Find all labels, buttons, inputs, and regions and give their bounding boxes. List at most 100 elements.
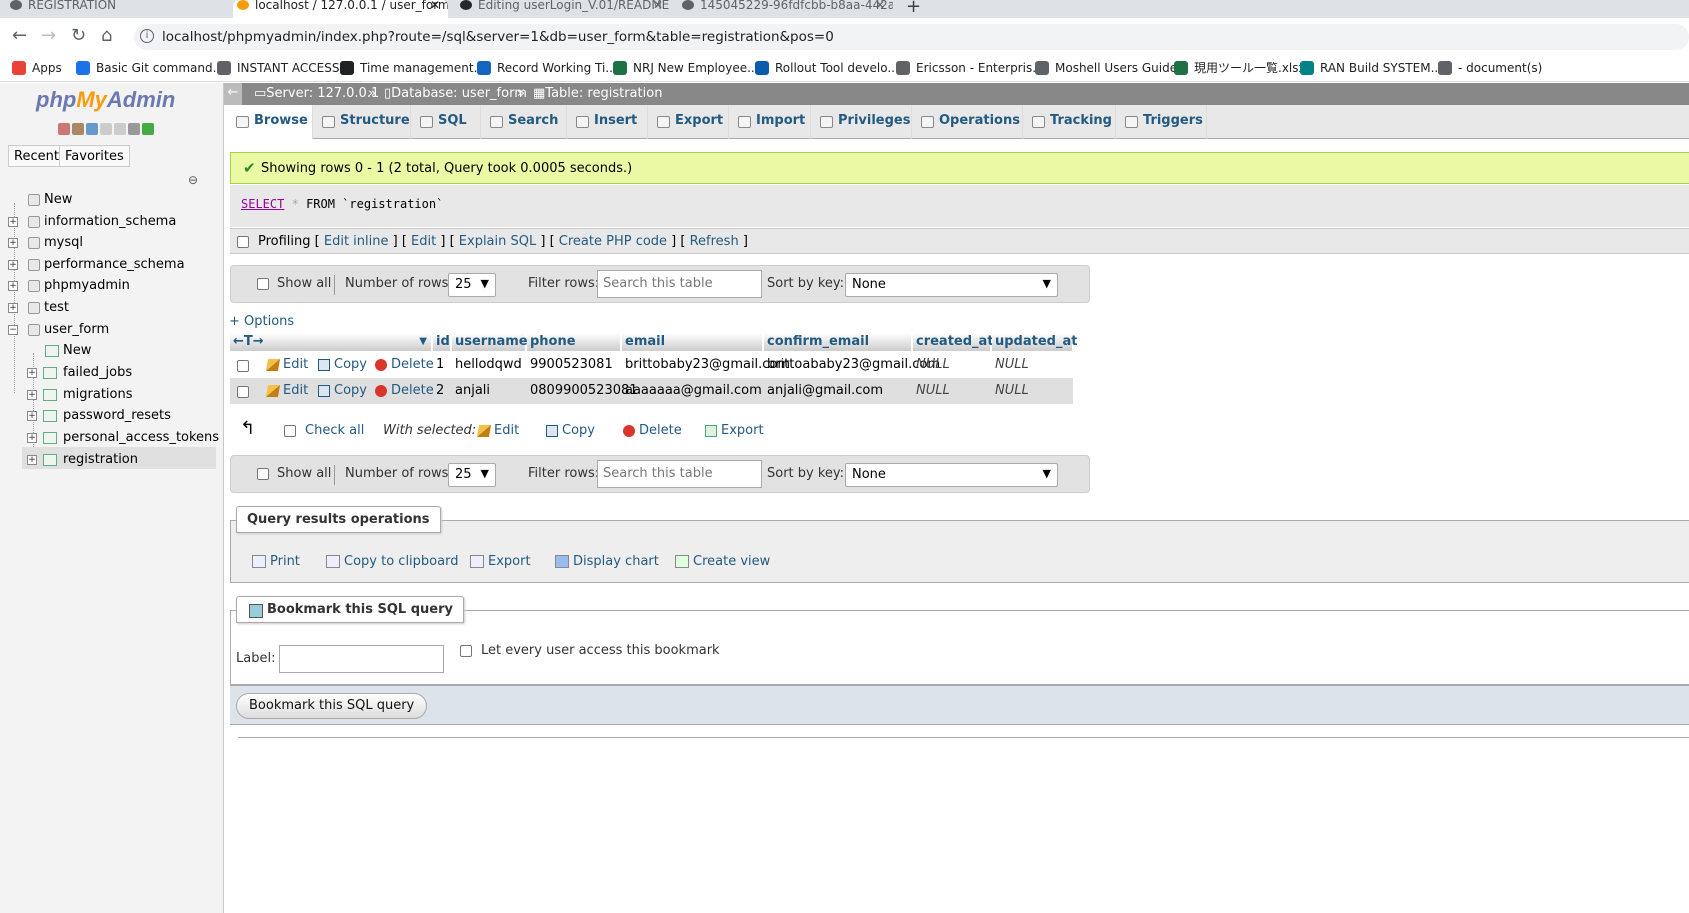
bookmark-xlsx[interactable]: 現用ツール一覧.xlsx xyxy=(1174,60,1306,76)
close-icon[interactable]: ✕ xyxy=(430,0,440,11)
cell-id[interactable]: 1 xyxy=(436,357,444,372)
cell-updated-at[interactable]: NULL xyxy=(995,383,1029,398)
chevron-down-icon[interactable]: ▼ xyxy=(419,333,427,351)
row-delete-action[interactable]: Delete xyxy=(375,383,434,398)
collapse-icon[interactable]: − xyxy=(8,325,18,335)
refresh-link[interactable]: Refresh xyxy=(690,234,739,249)
recent-tab[interactable]: Recent xyxy=(8,145,65,167)
column-header-created-at[interactable]: created_at xyxy=(913,333,994,351)
print-link[interactable]: Print xyxy=(252,554,300,569)
expand-icon[interactable]: + xyxy=(27,390,37,400)
row-edit-action[interactable]: Edit xyxy=(265,357,308,372)
tab-structure[interactable]: Structure xyxy=(314,105,411,139)
info-icon[interactable]: i xyxy=(140,29,154,43)
tree-db-user-form[interactable]: − user_form xyxy=(8,321,109,339)
breadcrumb-server[interactable]: ▭Server: 127.0.0.1 xyxy=(254,86,379,101)
cell-confirm-email[interactable]: brittoababy23@gmail.com xyxy=(767,357,940,372)
tree-table-personal-access-tokens[interactable]: + personal_access_tokens xyxy=(27,429,219,447)
tab-export[interactable]: Export xyxy=(649,105,729,139)
tab-sql[interactable]: SQL xyxy=(412,105,481,139)
profiling-checkbox[interactable] xyxy=(237,236,249,248)
explain-sql-link[interactable]: Explain SQL xyxy=(459,234,536,249)
back-arrow-icon[interactable]: ← xyxy=(12,26,27,46)
tab-browse[interactable]: Browse xyxy=(228,105,313,139)
filter-rows-input[interactable]: Search this table xyxy=(597,460,762,488)
cell-username[interactable]: hellodqwd xyxy=(455,357,522,372)
every-user-checkbox[interactable] xyxy=(460,645,472,657)
expand-icon[interactable]: + xyxy=(8,238,18,248)
column-header-updated-at[interactable]: updated_at xyxy=(992,333,1077,351)
options-link[interactable]: + Options xyxy=(229,314,294,329)
tree-table-new[interactable]: New xyxy=(45,342,91,360)
tree-table-migrations[interactable]: + migrations xyxy=(27,386,133,404)
edit-link[interactable]: Edit xyxy=(411,234,436,249)
bookmark-rollout-tool[interactable]: Rollout Tool develo... xyxy=(755,60,899,76)
column-header-username[interactable]: username xyxy=(452,333,528,351)
number-of-rows-select[interactable]: 25 ▼ xyxy=(448,273,496,297)
tree-db-phpmyadmin[interactable]: + phpmyadmin xyxy=(8,277,130,295)
sort-by-key-select[interactable]: None ▼ xyxy=(845,463,1058,487)
gear-icon[interactable] xyxy=(128,123,140,135)
row-copy-action[interactable]: Copy xyxy=(318,357,367,372)
breadcrumb-table[interactable]: ▦Table: registration xyxy=(533,86,662,101)
cell-created-at[interactable]: NULL xyxy=(916,357,950,372)
close-icon[interactable]: ✕ xyxy=(875,0,885,11)
bookmark-sql-query-button[interactable]: Bookmark this SQL query xyxy=(236,693,428,719)
tab-tracking[interactable]: Tracking xyxy=(1024,105,1116,139)
expand-icon[interactable]: + xyxy=(8,281,18,291)
tab-privileges[interactable]: Privileges xyxy=(812,105,912,139)
expand-icon[interactable]: + xyxy=(27,368,37,378)
tab-search[interactable]: Search xyxy=(482,105,567,139)
check-all-label[interactable]: Check all xyxy=(305,423,364,438)
bookmark-git[interactable]: Basic Git command... xyxy=(76,60,224,76)
column-header-id[interactable]: id xyxy=(433,333,451,351)
tree-db-performance-schema[interactable]: + performance_schema xyxy=(8,256,185,274)
browser-tab-github[interactable]: Editing userLogin_V.01/README ✕ xyxy=(456,0,671,18)
tree-db-information-schema[interactable]: + information_schema xyxy=(8,213,176,231)
bookmark-ericsson[interactable]: Ericsson - Enterpris... xyxy=(896,60,1044,76)
create-php-code-link[interactable]: Create PHP code xyxy=(559,234,667,249)
tab-triggers[interactable]: Triggers xyxy=(1117,105,1207,139)
browser-tab-registration[interactable]: REGISTRATION xyxy=(6,0,226,18)
cell-email[interactable]: brittobaby23@gmail.com xyxy=(625,357,790,372)
browser-tab-phpmyadmin[interactable]: localhost / 127.0.0.1 / user_form ✕ xyxy=(233,0,448,18)
column-header-confirm-email[interactable]: confirm_email xyxy=(764,333,912,351)
bulk-copy-button[interactable]: Copy xyxy=(546,423,595,438)
expand-icon[interactable]: + xyxy=(8,303,18,313)
browser-tab-image[interactable]: 145045229-96fdfcbb-b8aa-442a ✕ xyxy=(678,0,893,18)
bulk-edit-button[interactable]: Edit xyxy=(476,423,519,438)
collapse-nav-icon[interactable]: ← xyxy=(224,83,242,105)
row-checkbox[interactable] xyxy=(237,386,249,398)
tree-new[interactable]: New xyxy=(28,191,72,209)
tree-db-test[interactable]: + test xyxy=(8,299,69,317)
row-edit-action[interactable]: Edit xyxy=(265,383,308,398)
bookmark-nrj-employee[interactable]: NRJ New Employee... xyxy=(613,60,759,76)
home-icon[interactable] xyxy=(58,123,70,135)
copy-to-clipboard-link[interactable]: Copy to clipboard xyxy=(326,554,458,569)
breadcrumb-database[interactable]: ▯Database: user_form xyxy=(384,86,527,101)
row-delete-action[interactable]: Delete xyxy=(375,357,434,372)
help-icon[interactable] xyxy=(86,123,98,135)
tree-table-failed-jobs[interactable]: + failed_jobs xyxy=(27,364,132,382)
bookmark-moshell[interactable]: Moshell Users Guide xyxy=(1035,60,1177,76)
show-all-checkbox[interactable] xyxy=(257,468,269,480)
number-of-rows-select[interactable]: 25 ▼ xyxy=(448,463,496,487)
bookmark-instant-access[interactable]: INSTANT ACCESS xyxy=(217,60,339,76)
link-icon[interactable]: ⊖ xyxy=(188,173,198,187)
home-icon[interactable]: ⌂ xyxy=(101,26,112,46)
cell-id[interactable]: 2 xyxy=(436,383,444,398)
tree-db-mysql[interactable]: + mysql xyxy=(8,234,83,252)
expand-icon[interactable]: + xyxy=(27,411,37,421)
tab-insert[interactable]: Insert xyxy=(568,105,648,139)
cell-username[interactable]: anjali xyxy=(455,383,490,398)
tab-import[interactable]: Import xyxy=(730,105,811,139)
address-bar[interactable]: i localhost/phpmyadmin/index.php?route=/… xyxy=(134,24,1689,50)
bookmark-label-input[interactable] xyxy=(279,645,444,673)
row-copy-action[interactable]: Copy xyxy=(318,383,367,398)
cell-phone[interactable]: 0809900523081 xyxy=(530,383,638,398)
show-all-checkbox[interactable] xyxy=(257,278,269,290)
edit-inline-link[interactable]: Edit inline xyxy=(324,234,389,249)
bookmark-ran-build[interactable]: RAN Build SYSTEM... xyxy=(1300,60,1442,76)
reload-icon[interactable] xyxy=(142,123,154,135)
reload-icon[interactable]: ↻ xyxy=(71,26,86,46)
